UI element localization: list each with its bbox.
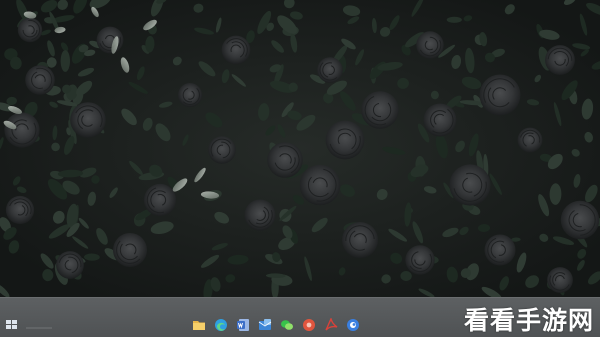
- mail-icon[interactable]: [258, 318, 272, 332]
- edge-icon[interactable]: [214, 318, 228, 332]
- blue-app-icon[interactable]: [346, 318, 360, 332]
- red-app-icon[interactable]: [302, 318, 316, 332]
- watermark-text: 看看手游网: [463, 306, 594, 335]
- folder-icon[interactable]: [192, 318, 206, 332]
- windows-start-icon[interactable]: [6, 320, 18, 330]
- search-box-placeholder[interactable]: [26, 327, 52, 329]
- desktop-wallpaper: [0, 0, 600, 297]
- pdf-icon[interactable]: [324, 318, 338, 332]
- rose-bush-image: [0, 0, 600, 297]
- wechat-icon[interactable]: [280, 318, 294, 332]
- taskbar-pinned-apps: [192, 317, 360, 333]
- word-icon[interactable]: [236, 318, 250, 332]
